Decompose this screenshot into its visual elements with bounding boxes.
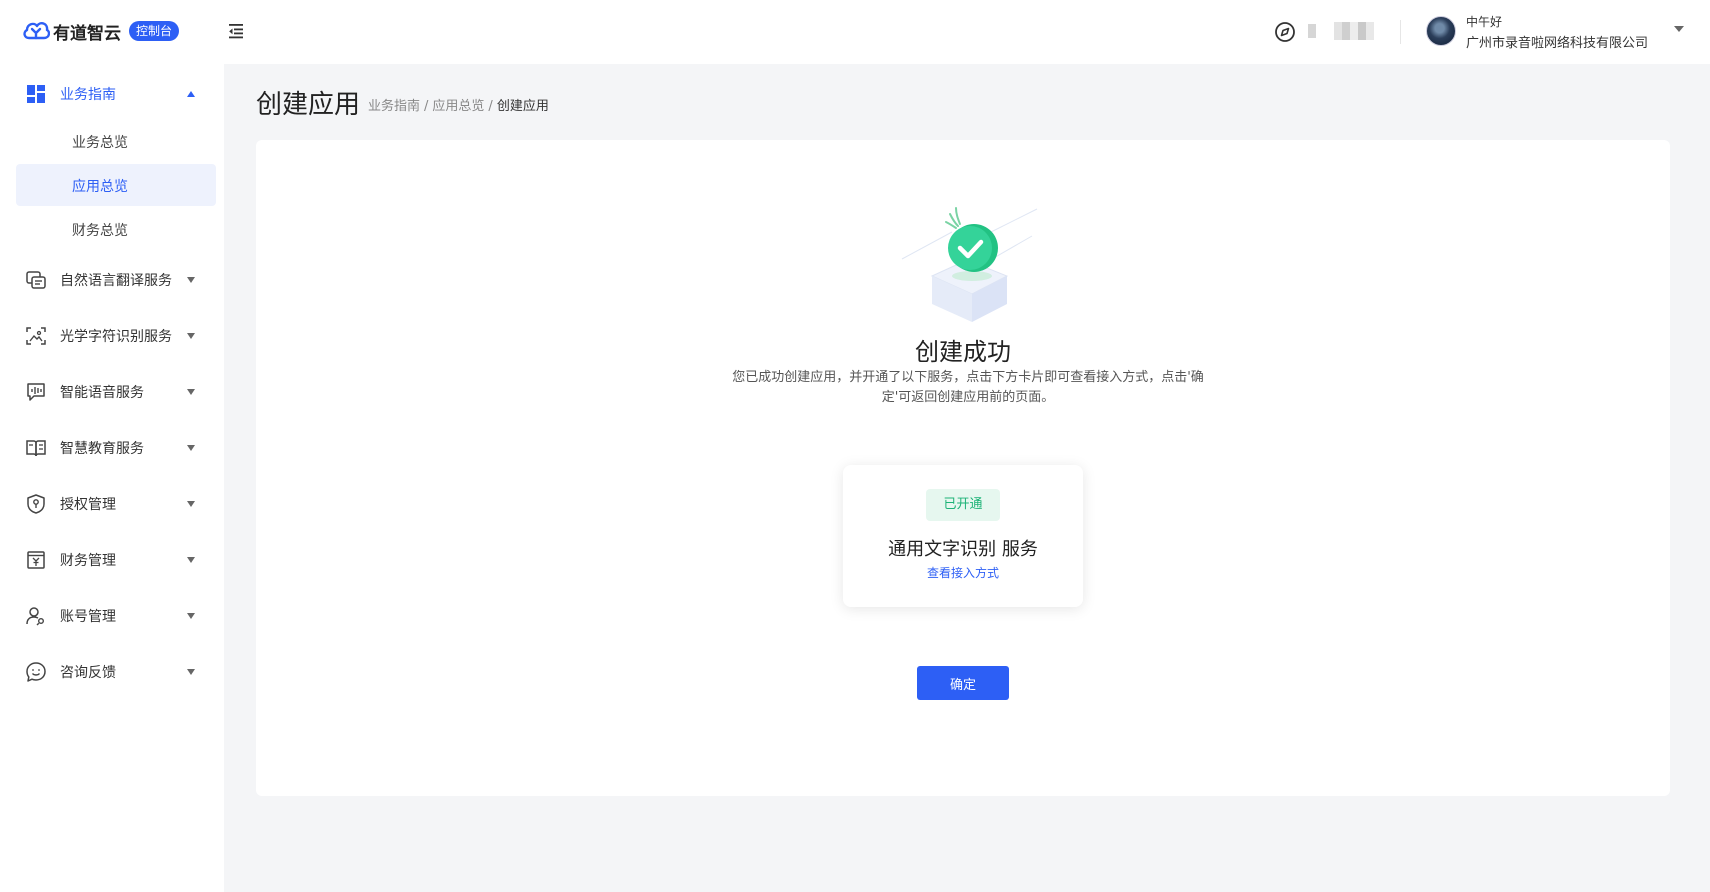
caret-up-icon: [187, 91, 195, 97]
sidebar-item-finance-overview[interactable]: 财务总览: [16, 208, 216, 250]
brand-name: 有道智云: [53, 23, 121, 44]
sidebar-group-label: 账号管理: [60, 609, 116, 625]
sidebar-group-label: 智能语音服务: [60, 385, 144, 401]
menu-collapse-icon[interactable]: [228, 22, 244, 40]
sidebar-group-label: 业务指南: [60, 87, 116, 103]
breadcrumb-item-business-guide[interactable]: 业务指南: [368, 99, 420, 114]
finance-yen-icon: [27, 551, 45, 569]
sidebar-group-voice[interactable]: 智能语音服务: [0, 374, 224, 410]
breadcrumb: 业务指南 / 应用总览 / 创建应用: [368, 95, 549, 114]
service-card[interactable]: 已开通 通用文字识别 服务 查看接入方式: [843, 465, 1083, 607]
console-badge: 控制台: [129, 21, 180, 41]
sidebar-item-label: 财务总览: [72, 223, 128, 239]
blurred-info-2: [1334, 22, 1374, 40]
header-divider: [1400, 20, 1401, 44]
confirm-button[interactable]: 确定: [917, 666, 1009, 700]
sidebar-group-label: 财务管理: [60, 553, 116, 569]
caret-down-icon: [187, 445, 195, 451]
sidebar-item-app-overview[interactable]: 应用总览: [16, 164, 216, 206]
sidebar-item-label: 应用总览: [72, 179, 128, 195]
sidebar: 业务指南 业务总览 应用总览 财务总览 自然语言翻译服务 光学字符识别服务 智能…: [0, 64, 224, 892]
breadcrumb-separator: /: [424, 99, 429, 114]
blurred-info: [1308, 24, 1316, 38]
sidebar-group-label: 光学字符识别服务: [60, 329, 172, 345]
sidebar-group-ocr[interactable]: 光学字符识别服务: [0, 318, 224, 354]
sidebar-group-label: 智慧教育服务: [60, 441, 144, 457]
user-menu-caret-icon[interactable]: [1674, 26, 1684, 32]
sidebar-group-label: 自然语言翻译服务: [60, 273, 172, 289]
caret-down-icon: [187, 501, 195, 507]
sidebar-group-label: 授权管理: [60, 497, 116, 513]
open-book-icon: [26, 440, 46, 457]
sidebar-group-feedback[interactable]: 咨询反馈: [0, 654, 224, 690]
sidebar-item-business-overview[interactable]: 业务总览: [16, 120, 216, 162]
breadcrumb-item-current: 创建应用: [496, 99, 549, 114]
caret-down-icon: [187, 669, 195, 675]
cloud-logo-icon: [23, 22, 50, 40]
caret-down-icon: [187, 389, 195, 395]
translate-chat-icon: [26, 271, 46, 289]
sidebar-group-nlp-translation[interactable]: 自然语言翻译服务: [0, 262, 224, 298]
company-name[interactable]: 广州市录音啦网络科技有限公司: [1466, 32, 1648, 51]
breadcrumb-separator: /: [488, 99, 493, 114]
sidebar-group-education[interactable]: 智慧教育服务: [0, 430, 224, 466]
brand-logo[interactable]: 有道智云 控制台: [22, 18, 180, 44]
compass-icon[interactable]: [1274, 21, 1296, 43]
success-title: 创建成功: [915, 338, 1011, 366]
top-header: 有道智云 控制台 中午好 广州市录音啦网络科技有限公司: [0, 0, 1710, 64]
smile-chat-icon: [26, 662, 46, 682]
view-access-link[interactable]: 查看接入方式: [843, 564, 1083, 581]
shield-key-icon: [27, 494, 45, 514]
sidebar-group-authorization[interactable]: 授权管理: [0, 486, 224, 522]
breadcrumb-item-app-overview[interactable]: 应用总览: [432, 99, 484, 114]
success-check-illustration-icon: [901, 207, 1038, 322]
page-title: 创建应用: [256, 90, 361, 120]
sidebar-group-account[interactable]: 账号管理: [0, 598, 224, 634]
caret-down-icon: [187, 557, 195, 563]
service-name: 通用文字识别 服务: [888, 539, 1038, 560]
dashboard-icon: [27, 85, 45, 103]
greeting-text: 中午好: [1466, 15, 1503, 29]
sidebar-group-business-guide[interactable]: 业务指南: [0, 76, 224, 112]
status-badge: 已开通: [926, 489, 1000, 521]
caret-down-icon: [187, 333, 195, 339]
caret-down-icon: [187, 277, 195, 283]
user-key-icon: [26, 607, 44, 626]
voice-wave-icon: [27, 383, 45, 401]
caret-down-icon: [187, 613, 195, 619]
main-content: 创建应用 业务指南 / 应用总览 / 创建应用 创建成功 您已成功创建应用，并开通了以下…: [224, 64, 1710, 892]
avatar[interactable]: [1426, 16, 1456, 46]
sidebar-group-finance[interactable]: 财务管理: [0, 542, 224, 578]
sidebar-item-label: 业务总览: [72, 135, 128, 151]
sidebar-group-label: 咨询反馈: [60, 665, 116, 681]
result-card: 创建成功 您已成功创建应用，并开通了以下服务，点击下方卡片即可查看接入方式，点击…: [256, 140, 1670, 796]
success-description: 您已成功创建应用，并开通了以下服务，点击下方卡片即可查看接入方式，点击'确定'可…: [732, 370, 1204, 405]
scan-image-icon: [26, 327, 46, 345]
